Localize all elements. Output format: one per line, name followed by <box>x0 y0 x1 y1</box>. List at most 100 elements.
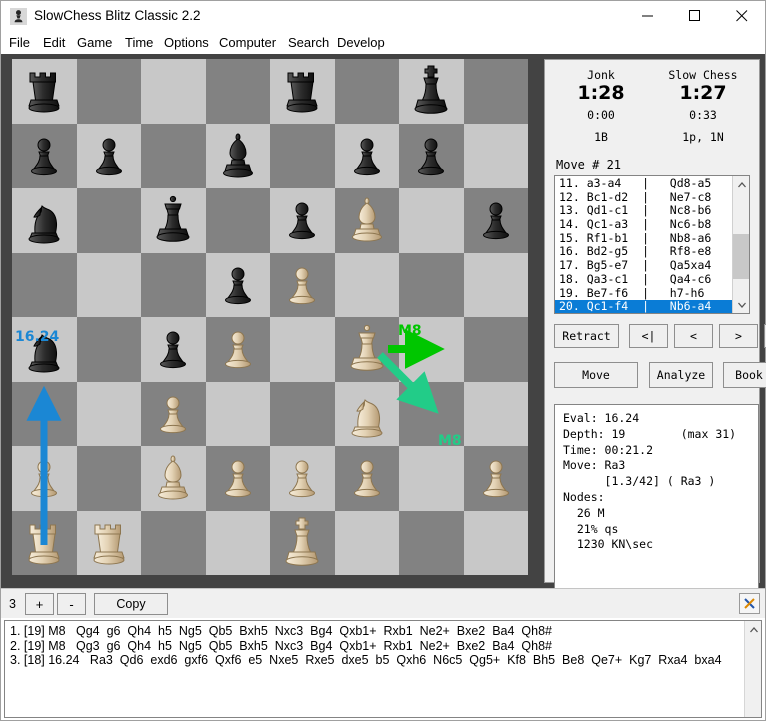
board-square[interactable] <box>270 317 335 382</box>
board-square[interactable] <box>399 382 464 447</box>
menu-item-search[interactable]: Search <box>288 35 329 50</box>
board-square[interactable] <box>270 124 335 189</box>
maximize-button[interactable] <box>672 1 718 31</box>
menu-item-options[interactable]: Options <box>164 35 209 50</box>
move-list-row[interactable]: 20. Qc1-f4 | Nb6-a4 <box>555 300 733 314</box>
board-square[interactable] <box>77 188 142 253</box>
close-x-icon[interactable] <box>739 593 760 614</box>
board-square[interactable] <box>141 511 206 576</box>
board-square[interactable] <box>77 382 142 447</box>
board-square[interactable] <box>77 446 142 511</box>
board-square[interactable] <box>77 317 142 382</box>
board-square[interactable] <box>270 511 335 576</box>
board-square[interactable] <box>141 382 206 447</box>
board-square[interactable] <box>464 382 529 447</box>
log-line[interactable]: 1. [19] M8 Qg4 g6 Qh4 h5 Ng5 Qb5 Bxh5 Nx… <box>5 624 761 639</box>
menu-item-file[interactable]: File <box>9 35 30 50</box>
board-square[interactable] <box>464 59 529 124</box>
board-square[interactable] <box>270 382 335 447</box>
board-square[interactable] <box>12 188 77 253</box>
close-button[interactable] <box>719 1 765 31</box>
board-square[interactable] <box>335 188 400 253</box>
next-move-button[interactable]: > <box>719 324 758 348</box>
board-square[interactable] <box>464 188 529 253</box>
board-square[interactable] <box>206 253 271 318</box>
move-list-row[interactable]: 16. Bd2-g5 | Rf8-e8 <box>555 245 733 259</box>
menu-item-develop[interactable]: Develop <box>337 35 385 50</box>
board-square[interactable] <box>141 446 206 511</box>
board-square[interactable] <box>12 253 77 318</box>
board-square[interactable] <box>399 59 464 124</box>
board-square[interactable] <box>206 188 271 253</box>
chess-board[interactable]: 16.24M8M8 <box>12 59 528 575</box>
board-square[interactable] <box>12 511 77 576</box>
move-button[interactable]: Move <box>554 362 638 388</box>
minimize-button[interactable] <box>625 1 671 31</box>
move-list-row[interactable]: 15. Rf1-b1 | Nb8-a6 <box>555 232 733 246</box>
board-square[interactable] <box>206 317 271 382</box>
board-square[interactable] <box>464 317 529 382</box>
move-list[interactable]: 11. a3-a4 | Qd8-a512. Bc1-d2 | Ne7-c813.… <box>554 175 750 314</box>
board-square[interactable] <box>206 59 271 124</box>
retract-button[interactable]: Retract <box>554 324 619 348</box>
board-square[interactable] <box>270 59 335 124</box>
book-button[interactable]: Book <box>723 362 766 388</box>
increase-lines-button[interactable]: + <box>25 593 54 615</box>
board-square[interactable] <box>270 188 335 253</box>
chevron-up-icon[interactable] <box>733 176 750 193</box>
board-square[interactable] <box>399 188 464 253</box>
first-move-button[interactable]: <| <box>629 324 668 348</box>
move-list-row[interactable]: 13. Qd1-c1 | Nc8-b6 <box>555 204 733 218</box>
board-square[interactable] <box>12 446 77 511</box>
board-square[interactable] <box>77 59 142 124</box>
board-square[interactable] <box>335 124 400 189</box>
board-square[interactable] <box>464 124 529 189</box>
board-square[interactable] <box>12 317 77 382</box>
board-square[interactable] <box>399 446 464 511</box>
analyze-button[interactable]: Analyze <box>649 362 713 388</box>
board-square[interactable] <box>141 253 206 318</box>
move-list-scrollbar[interactable] <box>732 176 749 313</box>
menu-item-computer[interactable]: Computer <box>219 35 276 50</box>
board-square[interactable] <box>270 446 335 511</box>
move-list-row[interactable]: 17. Bg5-e7 | Qa5xa4 <box>555 259 733 273</box>
board-square[interactable] <box>141 317 206 382</box>
board-square[interactable] <box>335 253 400 318</box>
move-list-row[interactable]: 11. a3-a4 | Qd8-a5 <box>555 177 733 191</box>
copy-button[interactable]: Copy <box>94 593 168 615</box>
board-square[interactable] <box>77 124 142 189</box>
log-line[interactable]: 3. [18] 16.24 Ra3 Qd6 exd6 gxf6 Qxf6 e5 … <box>5 653 761 668</box>
board-square[interactable] <box>206 382 271 447</box>
move-list-row[interactable]: 19. Be7-f6 | h7-h6 <box>555 287 733 301</box>
log-line[interactable]: 2. [19] M8 Qg3 g6 Qh4 h5 Ng5 Qb5 Bxh5 Nx… <box>5 639 761 654</box>
board-square[interactable] <box>399 317 464 382</box>
move-list-row[interactable]: 14. Qc1-a3 | Nc6-b8 <box>555 218 733 232</box>
board-square[interactable] <box>335 317 400 382</box>
board-square[interactable] <box>12 382 77 447</box>
board-square[interactable] <box>12 124 77 189</box>
move-list-row[interactable]: 12. Bc1-d2 | Ne7-c8 <box>555 191 733 205</box>
board-square[interactable] <box>12 59 77 124</box>
board-square[interactable] <box>77 511 142 576</box>
menu-item-time[interactable]: Time <box>125 35 153 50</box>
chevron-up-icon[interactable] <box>745 621 762 638</box>
board-square[interactable] <box>141 59 206 124</box>
chevron-down-icon[interactable] <box>733 296 750 313</box>
board-square[interactable] <box>270 253 335 318</box>
board-square[interactable] <box>399 511 464 576</box>
scrollbar-thumb[interactable] <box>733 234 750 279</box>
menu-item-game[interactable]: Game <box>77 35 112 50</box>
board-square[interactable] <box>335 59 400 124</box>
analysis-log[interactable]: 1. [19] M8 Qg4 g6 Qh4 h5 Ng5 Qb5 Bxh5 Nx… <box>4 620 762 718</box>
board-square[interactable] <box>141 188 206 253</box>
board-square[interactable] <box>335 511 400 576</box>
board-square[interactable] <box>399 124 464 189</box>
board-square[interactable] <box>464 253 529 318</box>
board-square[interactable] <box>77 253 142 318</box>
menu-item-edit[interactable]: Edit <box>43 35 65 50</box>
board-square[interactable] <box>206 511 271 576</box>
board-square[interactable] <box>335 382 400 447</box>
log-scrollbar[interactable] <box>744 621 761 717</box>
board-square[interactable] <box>399 253 464 318</box>
decrease-lines-button[interactable]: - <box>57 593 86 615</box>
